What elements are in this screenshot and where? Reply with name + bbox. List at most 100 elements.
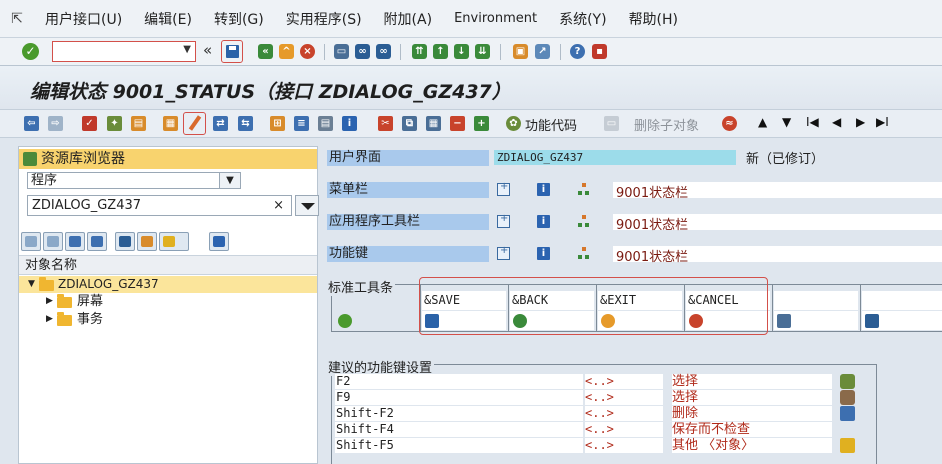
hierarchy-button[interactable] xyxy=(137,232,157,251)
menu-environment[interactable]: Environment xyxy=(443,11,548,26)
menu-utilities[interactable]: 实用程序(S) xyxy=(275,9,373,29)
information-icon[interactable]: i xyxy=(537,183,550,196)
delete-icon[interactable] xyxy=(840,406,855,421)
last-page-icon[interactable]: ⇊ xyxy=(475,44,490,59)
back-icon[interactable]: « xyxy=(258,44,273,59)
cancel-icon[interactable]: × xyxy=(300,44,315,59)
collapsed-arrow-icon[interactable]: ▶ xyxy=(46,311,53,328)
object-type-select[interactable]: 程序 ▼ xyxy=(27,172,241,189)
scroll-down-icon[interactable]: ▼ xyxy=(782,115,791,129)
tree-node-root[interactable]: ▼ ZDIALOG_GZ437 xyxy=(19,276,317,293)
check-icon[interactable]: ✓ xyxy=(82,116,97,131)
next-page-icon[interactable]: ↓ xyxy=(454,44,469,59)
find-icon[interactable]: ∞ xyxy=(355,44,370,59)
other-object-icon[interactable]: ⇄ xyxy=(213,116,228,131)
next-entry-icon[interactable]: ▶ xyxy=(856,115,865,129)
tree-node-screens[interactable]: ▶ 屏幕 xyxy=(19,293,317,310)
command-field[interactable]: ▼ xyxy=(52,41,196,62)
function-code-input[interactable]: <..> xyxy=(585,438,663,453)
display-object-icon[interactable]: ▦ xyxy=(163,116,178,131)
first-entry-icon[interactable]: I◀ xyxy=(806,115,819,129)
collapsed-arrow-icon[interactable]: ▶ xyxy=(46,293,53,310)
enter-cell[interactable] xyxy=(335,291,419,331)
expanded-arrow-icon[interactable]: ▼ xyxy=(28,276,35,293)
menu-extras[interactable]: 附加(A) xyxy=(373,9,444,29)
menu-help[interactable]: 帮助(H) xyxy=(618,9,689,29)
find-next-icon[interactable]: ∞ xyxy=(376,44,391,59)
select-detail-icon[interactable] xyxy=(840,390,855,405)
where-used-icon[interactable]: ▤ xyxy=(131,116,146,131)
function-code[interactable] xyxy=(862,291,942,310)
information-icon[interactable]: i xyxy=(342,116,357,131)
menu-edit[interactable]: 编辑(E) xyxy=(133,9,203,29)
clear-icon[interactable]: × xyxy=(273,196,284,215)
hierarchy-icon[interactable] xyxy=(577,183,590,196)
forward-arrow-icon[interactable]: ⇨ xyxy=(48,116,63,131)
hierarchy-icon[interactable]: ⊞ xyxy=(270,116,285,131)
layout-icon[interactable]: ≡ xyxy=(294,116,309,131)
next-object-button[interactable] xyxy=(43,232,63,251)
menu-user-interface[interactable]: 用户接口(U) xyxy=(34,9,133,29)
paste-icon[interactable]: ▦ xyxy=(426,116,441,131)
scroll-up-icon[interactable]: ▲ xyxy=(758,115,767,129)
exit-icon[interactable]: ^ xyxy=(279,44,294,59)
object-name-input[interactable]: ZDIALOG_GZ437 × xyxy=(27,195,292,216)
activate-icon[interactable]: ✦ xyxy=(107,116,122,131)
find-button[interactable] xyxy=(115,232,135,251)
help-icon[interactable]: ? xyxy=(570,44,585,59)
navigation-icon[interactable]: ⇆ xyxy=(238,116,253,131)
function-code-input[interactable]: <..> xyxy=(585,422,663,437)
system-menu-icon[interactable]: ⇱ xyxy=(0,11,34,27)
settings-icon[interactable]: ≈ xyxy=(722,116,737,131)
find-cell[interactable] xyxy=(862,291,942,331)
menu-system[interactable]: 系统(Y) xyxy=(548,9,617,29)
delete-subobject-button[interactable]: 删除子对象 xyxy=(634,115,699,134)
information-icon[interactable]: i xyxy=(537,247,550,260)
print-icon[interactable]: ▭ xyxy=(334,44,349,59)
object-type-value: 程序 xyxy=(31,173,58,188)
previous-entry-icon[interactable]: ◀ xyxy=(832,115,841,129)
select-icon[interactable] xyxy=(840,374,855,389)
previous-object-button[interactable] xyxy=(21,232,41,251)
collapse-command-icon[interactable]: « xyxy=(203,41,212,59)
insert-row-icon[interactable]: + xyxy=(474,116,489,131)
expand-button[interactable] xyxy=(65,232,85,251)
last-entry-icon[interactable]: ▶I xyxy=(876,115,889,129)
first-page-icon[interactable]: ⇈ xyxy=(412,44,427,59)
customize-layout-icon[interactable]: ▪ xyxy=(592,44,607,59)
delete-row-icon[interactable]: − xyxy=(450,116,465,131)
function-code[interactable] xyxy=(774,291,858,310)
collapse-function-keys-icon[interactable] xyxy=(497,245,510,260)
display-button[interactable] xyxy=(295,195,319,216)
standard-toolbar-title: 标准工具条 xyxy=(328,277,396,296)
collapse-button[interactable] xyxy=(87,232,107,251)
chevron-down-icon[interactable]: ▼ xyxy=(219,172,241,189)
function-code-button[interactable]: 功能代码 xyxy=(525,115,577,134)
copy-icon[interactable]: ⧉ xyxy=(402,116,417,131)
table-icon[interactable]: ▤ xyxy=(318,116,333,131)
enter-icon[interactable]: ✓ xyxy=(22,43,39,60)
previous-page-icon[interactable]: ↑ xyxy=(433,44,448,59)
other-object-icon[interactable] xyxy=(840,438,855,453)
expand-application-toolbar-icon[interactable] xyxy=(497,213,510,228)
hierarchy-icon[interactable] xyxy=(577,247,590,260)
save-button[interactable] xyxy=(221,40,243,63)
menu-goto[interactable]: 转到(G) xyxy=(203,9,275,29)
function-code-input[interactable]: <..> xyxy=(585,374,663,389)
shortcut-icon[interactable]: ↗ xyxy=(535,44,550,59)
function-code-input[interactable]: <..> xyxy=(585,406,663,421)
hierarchy-icon[interactable] xyxy=(577,215,590,228)
cut-icon[interactable]: ✂ xyxy=(378,116,393,131)
favorites-button[interactable] xyxy=(159,232,189,251)
print-cell[interactable] xyxy=(774,291,858,331)
back-arrow-icon[interactable]: ⇦ xyxy=(24,116,39,131)
repository-browser-header[interactable]: 资源库浏览器 xyxy=(19,149,317,169)
chevron-down-icon[interactable]: ▼ xyxy=(183,44,191,55)
refresh-button[interactable] xyxy=(209,232,229,251)
function-code-input[interactable]: <..> xyxy=(585,390,663,405)
expand-menu-bar-icon[interactable] xyxy=(497,181,510,196)
edit-pencil-button[interactable] xyxy=(183,112,206,135)
new-session-icon[interactable]: ▣ xyxy=(513,44,528,59)
tree-node-transactions[interactable]: ▶ 事务 xyxy=(19,311,317,328)
information-icon[interactable]: i xyxy=(537,215,550,228)
